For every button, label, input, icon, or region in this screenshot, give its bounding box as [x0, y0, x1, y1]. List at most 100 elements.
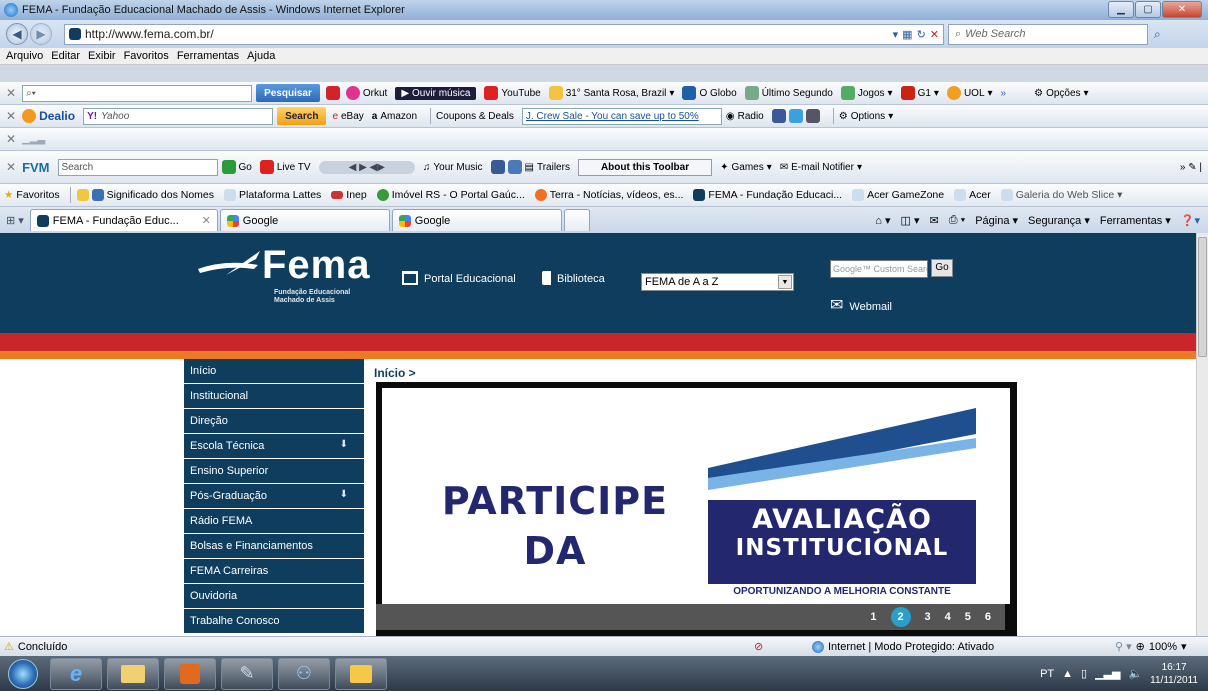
toolbar-close-icon[interactable]: ✕	[6, 109, 16, 123]
sidebar-item-trabalhe-conosco[interactable]: Trabalhe Conosco	[184, 609, 364, 634]
your-music-link[interactable]: ♫ Your Music	[423, 162, 483, 173]
music-player[interactable]: ▶ Ouvir música	[395, 86, 477, 100]
webmail-link[interactable]: ✉ Webmail	[830, 298, 892, 314]
toolbar-close-icon[interactable]: ✕	[6, 86, 16, 100]
fema-a-z-select[interactable]: FEMA de A a Z ▼	[641, 273, 794, 291]
minimize-button[interactable]: ▁	[1108, 1, 1134, 18]
menu-favoritos[interactable]: Favoritos	[124, 50, 169, 62]
people-icon[interactable]	[507, 160, 522, 174]
jogos-link[interactable]: Jogos ▾	[840, 86, 893, 100]
fvm-search-input[interactable]: Search	[57, 158, 218, 176]
toolbar-close-icon[interactable]: ✕	[6, 132, 16, 146]
trailers-link[interactable]: ▤ Trailers	[525, 162, 570, 173]
security-zone[interactable]: Internet | Modo Protegido: Ativado	[812, 640, 994, 653]
scroll-thumb[interactable]	[1198, 237, 1207, 357]
clock[interactable]: 16:17 11/11/2011	[1150, 661, 1198, 687]
pager-item-3[interactable]: 3	[925, 611, 931, 623]
menu-arquivo[interactable]: Arquivo	[6, 50, 43, 62]
forward-button[interactable]: ▶	[30, 23, 52, 45]
volume-icon[interactable]: 🔈	[1128, 667, 1142, 680]
menu-pagina[interactable]: Página ▾	[975, 214, 1018, 227]
pager-item-1[interactable]: 1	[870, 611, 876, 623]
taskbar-network[interactable]: ⚇	[278, 657, 330, 690]
orkut-link[interactable]: Orkut	[345, 86, 387, 100]
ask-search-button[interactable]: Pesquisar	[256, 84, 320, 102]
sidebar-item-pos-graduacao[interactable]: Pós-Graduação ⬇	[184, 484, 364, 509]
ultimo-segundo-link[interactable]: Último Segundo	[744, 86, 833, 100]
pager-item-2[interactable]: 2	[890, 607, 911, 627]
fav-significado[interactable]: Significado dos Nomes	[76, 189, 214, 201]
dealio-options-button[interactable]: ⚙ Options ▾	[839, 111, 893, 122]
help-icon[interactable]: ❓▾	[1181, 214, 1200, 227]
maximize-button[interactable]: ▢	[1135, 1, 1161, 18]
g1-link[interactable]: G1 ▾	[900, 86, 939, 100]
fav-imovel[interactable]: Imóvel RS - O Portal Gaúc...	[376, 189, 525, 201]
menu-ferramentas-cmd[interactable]: Ferramentas ▾	[1100, 214, 1171, 227]
tab-fema[interactable]: FEMA - Fundação Educ... ✕	[29, 209, 218, 231]
fav-web-slice[interactable]: Galeria do Web Slice ▾	[1000, 189, 1122, 201]
pager-item-6[interactable]: 6	[985, 611, 991, 623]
zoom-control[interactable]: ⚲ ▾ ⊕ 100% ▾	[1115, 640, 1187, 654]
livetv-link[interactable]: Live TV	[259, 160, 311, 174]
menu-editar[interactable]: Editar	[51, 50, 80, 62]
twitter-icon[interactable]	[788, 109, 803, 123]
more-icon[interactable]: »	[1001, 88, 1007, 99]
tab-google[interactable]: Google	[219, 209, 390, 231]
sidebar-item-escola-tecnica[interactable]: Escola Técnica ⬇	[184, 434, 364, 459]
breadcrumb[interactable]: Início >	[374, 366, 416, 380]
pager-item-4[interactable]: 4	[945, 611, 951, 623]
ask-options-button[interactable]: ⚙ Opções ▾	[1034, 88, 1088, 99]
ask-logo-icon[interactable]	[325, 86, 340, 100]
fav-terra[interactable]: Terra - Notícias, vídeos, es...	[534, 189, 683, 201]
close-tab-icon[interactable]: ✕	[202, 214, 211, 227]
sidebar-item-carreiras[interactable]: FEMA Carreiras	[184, 559, 364, 584]
vertical-scrollbar[interactable]	[1196, 233, 1208, 636]
pager-item-5[interactable]: 5	[965, 611, 971, 623]
read-mail-icon[interactable]: ✉	[930, 214, 939, 227]
app-icon[interactable]	[805, 109, 820, 123]
taskbar-ie[interactable]: e	[50, 657, 102, 690]
sidebar-item-ensino-superior[interactable]: Ensino Superior	[184, 459, 364, 484]
fav-acer[interactable]: Acer	[954, 189, 991, 201]
sidebar-item-bolsas[interactable]: Bolsas e Financiamentos	[184, 534, 364, 559]
google-custom-search-input[interactable]: Google™ Custom Search	[830, 260, 928, 278]
sidebar-item-radio-fema[interactable]: Rádio FEMA	[184, 509, 364, 534]
sidebar-item-institucional[interactable]: Institucional	[184, 384, 364, 409]
taskbar-app[interactable]	[335, 657, 387, 690]
email-notifier-link[interactable]: ✉ E-mail Notifier ▾	[780, 162, 862, 173]
player-controls[interactable]: ◀ ▶ ◀▶	[318, 160, 415, 174]
about-toolbar-button[interactable]: About this Toolbar	[577, 158, 713, 176]
fvm-logo[interactable]: FVM	[22, 160, 49, 175]
weather-link[interactable]: 31° Santa Rosa, Brazil ▾	[548, 86, 674, 100]
quick-tabs-icon[interactable]: ⊞ ▾	[6, 214, 24, 227]
dealio-logo[interactable]: Dealio	[22, 109, 75, 123]
back-button[interactable]: ◀	[6, 23, 28, 45]
privacy-icon[interactable]: ⊘	[754, 640, 763, 653]
menu-ajuda[interactable]: Ajuda	[247, 50, 275, 62]
new-tab-button[interactable]	[563, 209, 590, 231]
fav-fema[interactable]: FEMA - Fundação Educaci...	[693, 189, 842, 201]
portal-educacional-link[interactable]: Portal Educacional	[402, 271, 516, 285]
print-icon[interactable]: ⎙ ▾	[949, 214, 965, 227]
dealio-search-input[interactable]: Y! Yahoo	[83, 107, 274, 125]
fav-inep[interactable]: Inep	[331, 189, 367, 201]
battery-icon[interactable]: ▯	[1081, 667, 1087, 680]
menu-ferramentas[interactable]: Ferramentas	[177, 50, 239, 62]
feeds-icon[interactable]: ◫ ▾	[901, 214, 920, 227]
taskbar-paint[interactable]: ✎	[221, 657, 273, 690]
ebay-link[interactable]: e eBay	[332, 111, 363, 122]
home-icon[interactable]: ⌂ ▾	[875, 214, 890, 227]
sidebar-item-inicio[interactable]: Início	[184, 359, 364, 384]
tray-expand-icon[interactable]: ▲	[1062, 668, 1073, 680]
biblioteca-link[interactable]: Biblioteca	[542, 271, 605, 285]
web-search-input[interactable]: ⌕ Web Search	[948, 23, 1148, 45]
favorites-button[interactable]: ★ Favoritos	[4, 189, 60, 201]
dropdown-arrow-icon[interactable]: ▾	[893, 28, 899, 41]
url-input[interactable]: http://www.fema.com.br/ ▾ ▦ ↻ ✕	[64, 23, 944, 45]
tab-google-2[interactable]: Google	[391, 209, 562, 231]
compatibility-icon[interactable]: ▦	[902, 28, 912, 41]
facebook-icon[interactable]	[490, 160, 505, 174]
google-go-button[interactable]: Go	[931, 259, 953, 277]
refresh-icon[interactable]: ↻	[917, 28, 926, 41]
promo-dropdown[interactable]: J. Crew Sale - You can save up to 50%	[521, 107, 722, 125]
